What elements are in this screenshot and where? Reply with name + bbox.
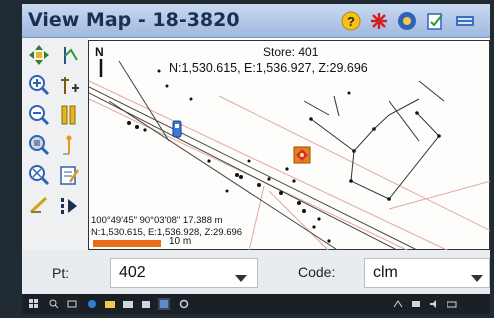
point-form: Pt: 402 Code: clm — [22, 250, 490, 294]
survey-point-icon[interactable] — [56, 42, 82, 68]
taskbar — [22, 294, 490, 314]
file-explorer-icon[interactable] — [104, 298, 116, 310]
code-dropdown-icon[interactable] — [469, 271, 485, 287]
point-label: Pt: — [52, 265, 70, 281]
volume-icon[interactable] — [428, 298, 440, 310]
app-icon[interactable] — [158, 298, 170, 310]
left-toolbar — [22, 38, 88, 250]
code-field[interactable]: clm — [364, 258, 490, 288]
coordinates-label: N:1,530.615, E:1,536.927, Z:29.696 — [169, 61, 368, 75]
zoom-extents-icon[interactable] — [26, 162, 52, 188]
settings-gear-icon[interactable] — [396, 10, 418, 32]
zoom-in-icon[interactable] — [26, 72, 52, 98]
measure-icon[interactable] — [56, 102, 82, 128]
pan-tool-icon[interactable] — [26, 42, 52, 68]
target-marker[interactable] — [293, 146, 311, 164]
battery-icon[interactable] — [446, 298, 458, 310]
edge-icon[interactable] — [86, 298, 98, 310]
map-view[interactable]: N Store: 401 N:1,530.615, E:1,536.927, Z… — [88, 40, 490, 251]
add-point-icon[interactable] — [56, 72, 82, 98]
notes-icon[interactable] — [56, 162, 82, 188]
window-title: View Map - 18-3820 — [28, 9, 240, 31]
instrument-marker — [172, 120, 182, 138]
keyboard-icon[interactable] — [454, 10, 476, 32]
notification-icon[interactable] — [410, 298, 422, 310]
task-view-icon[interactable] — [66, 298, 78, 310]
rover-icon[interactable] — [56, 132, 82, 158]
app-window: View Map - 18-3820 ? N Store: 401 N:1,53… — [22, 4, 490, 314]
play-next-icon[interactable] — [56, 192, 82, 218]
zoom-out-icon[interactable] — [26, 102, 52, 128]
title-bar: View Map - 18-3820 ? — [22, 4, 490, 38]
point-value: 402 — [119, 264, 146, 281]
code-value: clm — [373, 264, 398, 281]
mail-icon[interactable] — [122, 298, 134, 310]
line-tool-icon[interactable] — [26, 192, 52, 218]
north-label: N — [95, 45, 104, 59]
stakeout-star-icon[interactable] — [368, 10, 390, 32]
cursor-coordinates: N:1,530.615, E:1,536.928, Z:29.696 — [91, 227, 243, 238]
store-icon[interactable] — [140, 298, 152, 310]
angles-readout: 100°49'45" 90°03'08" 17.388 m — [91, 215, 223, 226]
system-tray-icon[interactable] — [392, 298, 404, 310]
point-dropdown-icon[interactable] — [233, 271, 249, 287]
scale-label: 10 m — [169, 236, 192, 247]
code-label: Code: — [298, 264, 336, 280]
windows-start-icon[interactable] — [28, 298, 40, 310]
settings-icon[interactable] — [178, 298, 190, 310]
point-field[interactable]: 402 — [110, 258, 258, 288]
help-icon[interactable]: ? — [340, 10, 362, 32]
search-icon[interactable] — [48, 298, 60, 310]
svg-text:?: ? — [347, 14, 355, 29]
edit-check-icon[interactable] — [424, 10, 446, 32]
scale-bar — [93, 240, 161, 247]
store-label: Store: 401 — [263, 45, 319, 59]
zoom-window-icon[interactable] — [26, 132, 52, 158]
